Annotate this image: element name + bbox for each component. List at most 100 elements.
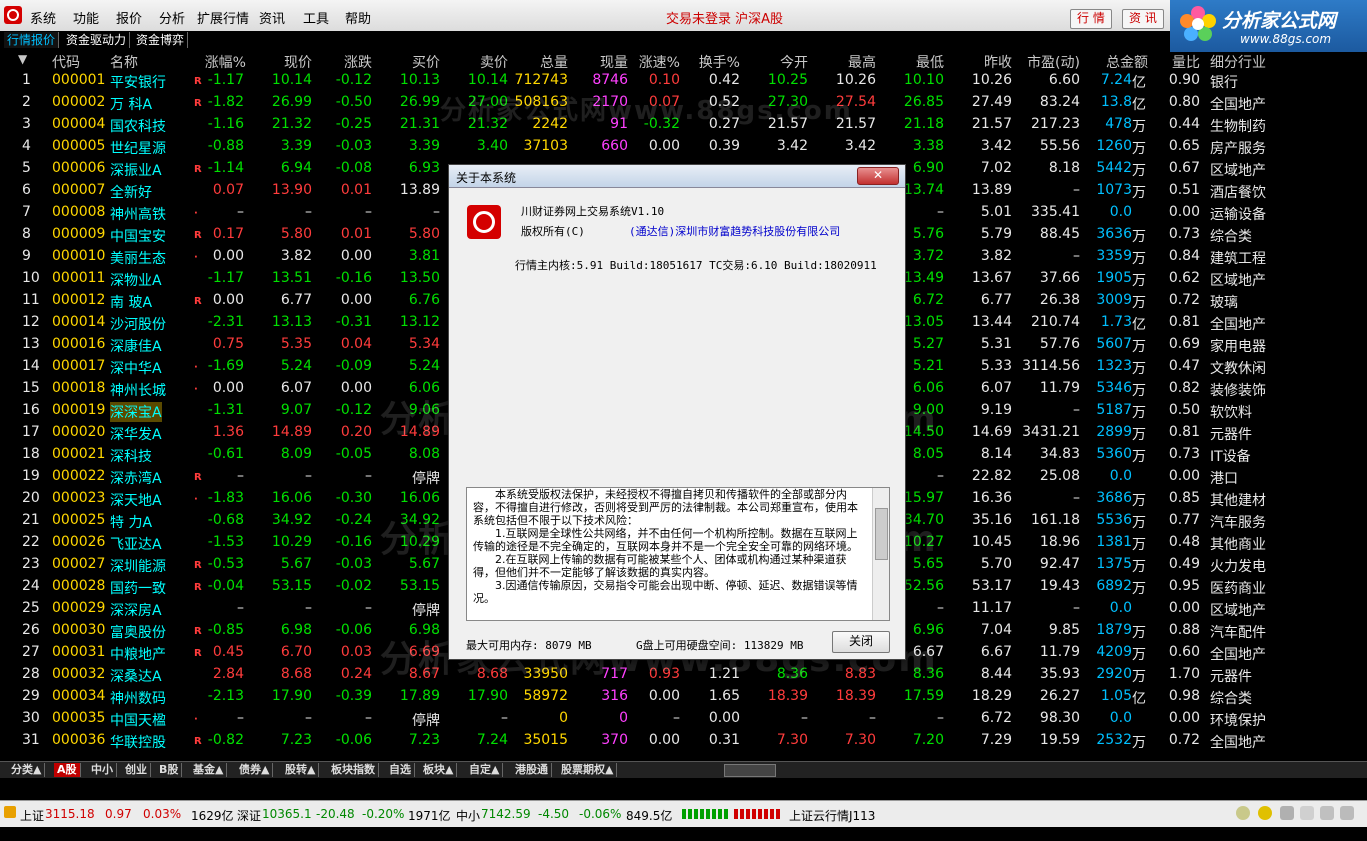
cell-ind: 软饮料 [1210, 405, 1252, 421]
cell-pe: 18.96 [1039, 534, 1080, 550]
bottom-tab[interactable]: 自选 [386, 763, 415, 777]
bottom-tab[interactable]: 分类▲ [8, 763, 46, 777]
column-header[interactable]: 现价 [284, 52, 312, 72]
cell-i: 3 [22, 116, 31, 132]
cell-chg: – [237, 468, 244, 484]
column-header[interactable]: 涨跌 [344, 52, 372, 72]
cell-chg: -2.31 [207, 314, 244, 330]
bottom-tab[interactable]: 基金▲ [190, 763, 228, 777]
dialog-close-icon[interactable]: ✕ [857, 167, 899, 185]
notice-scrollbar[interactable] [872, 488, 889, 620]
table-row[interactable]: 29 000034 神州数码 -2.13 17.90 -0.39 17.89 17.90 589… [0, 688, 1367, 710]
column-header[interactable]: 今开 [780, 52, 808, 72]
cell-turn: 1.65 [708, 688, 740, 704]
license-notice[interactable]: 本系统受版权法保护，未经授权不得擅自拷贝和传播软件的全部或部分内容，不得擅自进行… [466, 487, 890, 621]
cell-amount-unit: 万 [1132, 735, 1146, 751]
bottom-tab[interactable]: B股 [156, 763, 183, 777]
bottom-tab[interactable]: 股票期权▲ [558, 763, 618, 777]
column-header[interactable]: 昨收 [984, 52, 1012, 72]
tools-icon[interactable] [1300, 806, 1314, 820]
menu-info[interactable]: 资讯 [259, 8, 285, 27]
folder-icon[interactable] [4, 806, 16, 818]
expand-icon[interactable] [1340, 806, 1354, 820]
sort-arrow-icon[interactable]: ▼ [18, 52, 27, 66]
cell-amt: 1260 [1096, 138, 1132, 154]
cell-ind: 建筑工程 [1210, 251, 1266, 267]
column-header[interactable]: 细分行业 [1210, 52, 1266, 72]
bottom-tabs: 分类▲ A股 中小 创业 B股 基金▲ 债券▲ 股转▲ 板块指数 自选 板块▲ 自定▲ 港股通 股票期权▲ [0, 761, 1367, 778]
bottom-tab[interactable]: 板块指数 [328, 763, 379, 777]
cell-lb: 0.88 [1168, 622, 1200, 638]
menu-tools[interactable]: 工具 [303, 8, 329, 27]
cell-ind: 酒店餐饮 [1210, 185, 1266, 201]
cell-diff: – [365, 468, 372, 484]
info-button[interactable]: 资 讯 [1122, 9, 1164, 29]
company-link[interactable]: (通达信)深圳市财富趋势科技股份有限公司 [629, 223, 840, 239]
column-header[interactable]: 名称 [110, 52, 138, 72]
column-header[interactable]: 涨幅% [205, 52, 246, 72]
signal-icon[interactable] [1236, 806, 1250, 820]
cell-name: 华联控股 [110, 735, 166, 751]
table-row[interactable]: 30 000035 中国天楹 – – – 停牌 – 0 0 – 0.00 – – – 6.72 98.30 0.0… [0, 710, 1367, 732]
lock-icon[interactable] [1280, 806, 1294, 820]
smile-icon[interactable] [1258, 806, 1272, 820]
column-header[interactable]: 总量 [540, 52, 568, 72]
tab-fund-game[interactable]: 资金博弈 [133, 32, 189, 48]
bottom-tab[interactable]: 债券▲ [236, 763, 274, 777]
sh-amount: 1629亿 [191, 809, 234, 823]
column-header[interactable]: 市盈(动) [1027, 52, 1080, 72]
cell-buy: 停牌 [412, 471, 440, 487]
column-header[interactable]: 最高 [848, 52, 876, 72]
bottom-tab[interactable]: 中小 [88, 763, 117, 777]
cell-prev: 13.67 [971, 270, 1012, 286]
bottom-tab[interactable]: 自定▲ [466, 763, 504, 777]
tab-fund-drive[interactable]: 资金驱动力 [63, 32, 131, 48]
menu-analysis[interactable]: 分析 [159, 8, 185, 27]
cell-pe: 335.41 [1031, 204, 1080, 220]
dialog-titlebar[interactable]: 关于本系统 ✕ [449, 165, 905, 188]
cell-amt: 1879 [1096, 622, 1132, 638]
menu-ext-quote[interactable]: 扩展行情 [197, 8, 249, 27]
cell-code: 000021 [52, 446, 106, 462]
column-header[interactable]: 总金额 [1106, 52, 1148, 72]
column-header[interactable]: 现量 [600, 52, 628, 72]
column-header[interactable]: 最低 [916, 52, 944, 72]
table-row[interactable]: 4 000005 世纪星源 -0.88 3.39 -0.03 3.39 3.40 37103 66… [0, 138, 1367, 160]
table-row[interactable]: 31 000036 华联控股 -0.82 7.23 -0.06 7.23 7.24 35015 3… [0, 732, 1367, 754]
column-header[interactable]: 卖价 [480, 52, 508, 72]
about-dialog: 关于本系统 ✕ 川财证券网上交易系统V1.10 版权所有(C) (通达信)深圳市… [448, 164, 906, 660]
bottom-tab[interactable]: A股 [54, 763, 81, 777]
bottom-tab[interactable]: 板块▲ [420, 763, 458, 777]
menu-quote[interactable]: 报价 [116, 8, 142, 27]
server-name[interactable]: 上证云行情J113 [789, 807, 875, 824]
cell-prev: 6.67 [980, 644, 1012, 660]
bottom-tab[interactable]: 港股通 [512, 763, 552, 777]
cell-prev: 5.70 [980, 556, 1012, 572]
cell-chg: -0.82 [207, 732, 244, 748]
cell-buy: 7.23 [408, 732, 440, 748]
menu-system[interactable]: 系统 [30, 8, 56, 27]
cell-buy: 3.81 [408, 248, 440, 264]
margin-badge: R [194, 582, 202, 593]
cell-diff: -0.05 [335, 446, 372, 462]
cell-pe: – [1073, 402, 1080, 418]
close-button[interactable]: 关闭 [832, 631, 890, 653]
menu-function[interactable]: 功能 [73, 8, 99, 27]
cell-lb: 0.44 [1168, 116, 1200, 132]
column-header[interactable]: 涨速% [639, 52, 680, 72]
tab-quotes[interactable]: 行情报价 [4, 32, 60, 48]
bottom-tab[interactable]: 股转▲ [282, 763, 320, 777]
cell-turn: 0.39 [708, 138, 740, 154]
menu-help[interactable]: 帮助 [345, 8, 371, 27]
quote-button[interactable]: 行 情 [1070, 9, 1112, 29]
column-header[interactable]: 买价 [412, 52, 440, 72]
horizontal-scrollbar[interactable] [724, 764, 776, 777]
column-header[interactable]: 换手% [699, 52, 740, 72]
cell-code: 000007 [52, 182, 106, 198]
column-header[interactable]: 量比 [1172, 52, 1200, 72]
bottom-tab[interactable]: 创业 [122, 763, 151, 777]
flower-logo-icon [1180, 6, 1216, 41]
settings-icon[interactable] [1320, 806, 1334, 820]
cell-price: 13.51 [271, 270, 312, 286]
column-header[interactable]: 代码 [52, 52, 80, 72]
